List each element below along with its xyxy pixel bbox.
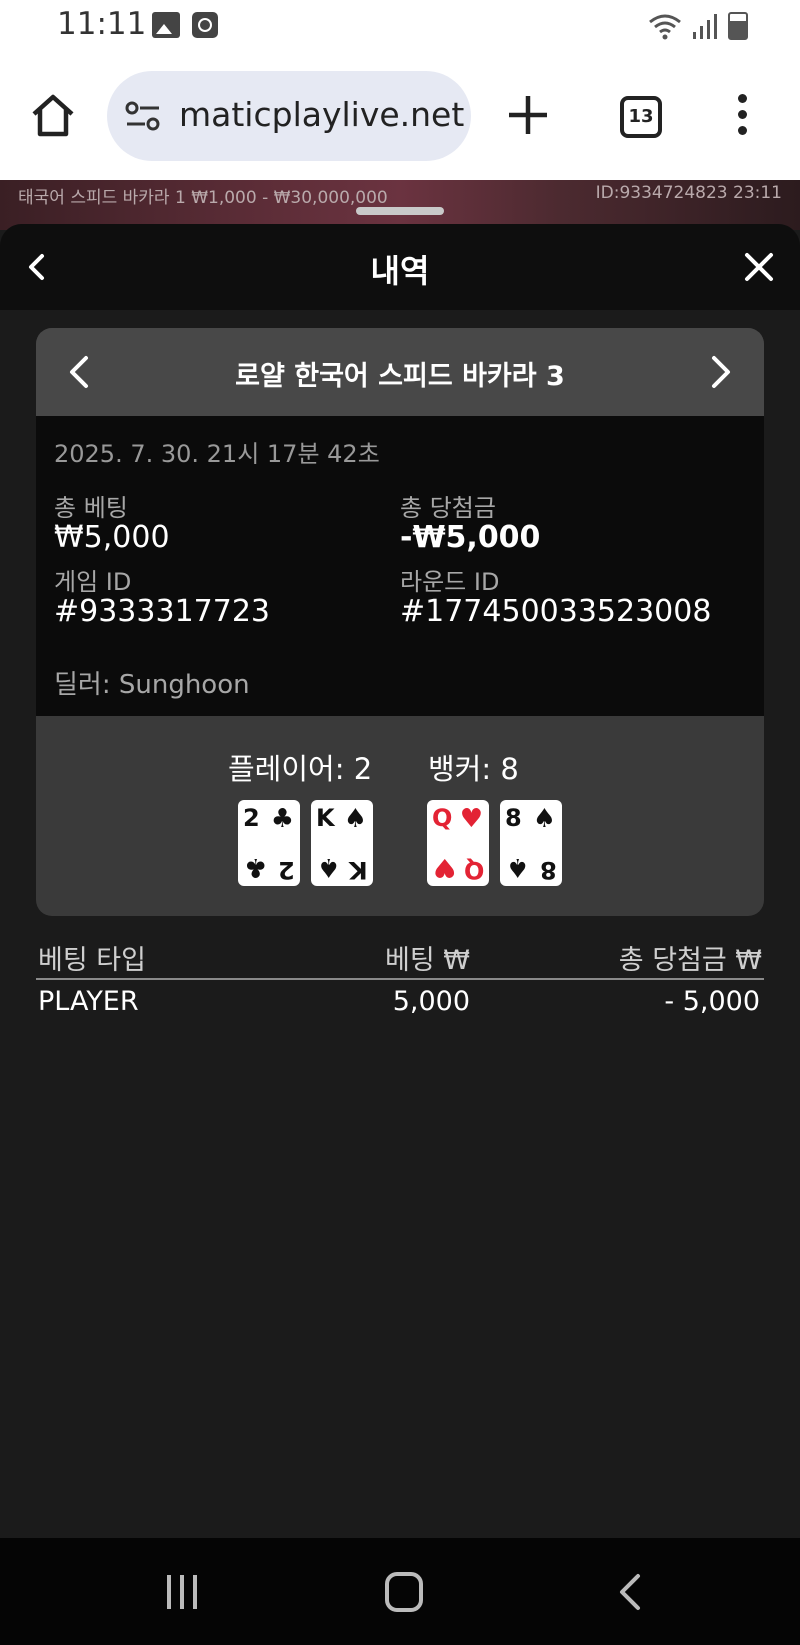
card-rank: 2	[243, 804, 260, 832]
spade-suit-icon: ♠	[317, 852, 341, 882]
total-bet-label: 총 베팅	[54, 494, 128, 522]
player-card-1: 2 ♣ 2 ♣	[238, 800, 300, 886]
bet-type-cell: PLAYER	[38, 986, 139, 1017]
round-info: 2025. 7. 30. 21시 17분 42초 총 베팅 ₩5,000 총 당…	[36, 416, 764, 716]
recent-apps-icon[interactable]	[164, 1575, 200, 1609]
status-time: 11:11	[57, 6, 147, 42]
new-tab-icon[interactable]	[505, 92, 551, 138]
spade-suit-icon: ♠	[506, 852, 530, 882]
round-id-label: 라운드 ID	[400, 568, 500, 596]
table-row: PLAYER 5,000 - 5,000	[36, 980, 764, 1028]
back-nav-icon[interactable]	[616, 1572, 642, 1612]
player-card-2: K ♠ K ♠	[311, 800, 373, 886]
url-text: maticplaylive.net	[179, 95, 465, 134]
card-rank: 2	[278, 856, 295, 884]
status-notification-icons	[152, 12, 218, 38]
image-notification-icon	[152, 12, 180, 38]
next-round-icon[interactable]	[708, 354, 734, 390]
history-sheet: 내역 로얄 한국어 스피드 바카라 3 2025. 7. 30. 21시 17분…	[0, 224, 800, 1538]
spade-suit-icon: ♠	[343, 804, 367, 834]
spade-suit-icon: ♠	[532, 804, 556, 834]
bet-table: 베팅 타입 베팅 ₩ 총 당첨금 ₩ PLAYER 5,000 - 5,000	[36, 934, 764, 1028]
bet-table-header: 베팅 타입 베팅 ₩ 총 당첨금 ₩	[36, 934, 764, 980]
column-total-win: 총 당첨금 ₩	[618, 945, 762, 976]
signal-icon	[693, 14, 717, 39]
round-datetime: 2025. 7. 30. 21시 17분 42초	[54, 440, 380, 468]
more-menu-icon[interactable]	[735, 94, 749, 138]
card-rank: 8	[505, 804, 522, 832]
game-id-value: #9333317723	[54, 594, 271, 629]
status-system-icons	[648, 12, 748, 40]
banker-card-2: 8 ♠ 8 ♠	[500, 800, 562, 886]
card-rank: Q	[432, 804, 453, 832]
game-id-label: 게임 ID	[54, 568, 132, 596]
total-win-value: -₩5,000	[400, 520, 541, 555]
banker-score-label: 뱅커: 8	[428, 752, 519, 786]
url-bar[interactable]: maticplaylive.net	[107, 71, 471, 161]
sheet-header: 내역	[0, 224, 800, 310]
close-icon[interactable]	[744, 252, 774, 282]
sheet-title: 내역	[370, 252, 430, 290]
bet-amount-cell: 5,000	[392, 986, 470, 1017]
round-detail-card: 로얄 한국어 스피드 바카라 3 2025. 7. 30. 21시 17분 42…	[36, 328, 764, 916]
alarm-notification-icon	[192, 12, 218, 38]
browser-toolbar: maticplaylive.net 13	[0, 54, 800, 180]
player-score-label: 플레이어: 2	[228, 752, 373, 786]
tab-switcher-button[interactable]: 13	[620, 96, 662, 138]
card-rank: 8	[540, 856, 557, 884]
round-card-header: 로얄 한국어 스피드 바카라 3	[36, 328, 764, 416]
background-table-info: 태국어 스피드 바카라 1 ₩1,000 - ₩30,000,000	[18, 188, 388, 208]
card-rank: K	[316, 804, 335, 832]
total-win-cell: - 5,000	[664, 986, 760, 1017]
sheet-drag-handle[interactable]	[356, 207, 444, 215]
table-name: 로얄 한국어 스피드 바카라 3	[235, 361, 565, 392]
column-bet-type: 베팅 타입	[38, 945, 146, 976]
club-suit-icon: ♣	[270, 804, 294, 834]
background-game-strip: 태국어 스피드 바카라 1 ₩1,000 - ₩30,000,000 ID:93…	[0, 180, 800, 230]
page: 11:11 maticplaylive.net 13 태국어 스피드 바카라 1…	[0, 0, 800, 1645]
background-id-time: ID:9334724823 23:11	[595, 183, 782, 203]
system-navigation-bar	[0, 1538, 800, 1645]
home-icon[interactable]	[28, 90, 78, 140]
heart-suit-icon: ♥	[433, 852, 457, 882]
banker-card-1: Q ♥ Q ♥	[427, 800, 489, 886]
card-rank: K	[349, 856, 368, 884]
home-nav-icon[interactable]	[385, 1572, 423, 1612]
dealer-name: 딜러: Sunghoon	[54, 670, 250, 700]
heart-suit-icon: ♥	[459, 804, 483, 834]
round-id-value: #177450033523008	[400, 594, 712, 629]
column-bet-amount: 베팅 ₩	[385, 945, 470, 976]
battery-icon	[728, 12, 748, 40]
card-rank: Q	[463, 856, 484, 884]
site-settings-icon[interactable]	[125, 99, 161, 133]
cards-area: 플레이어: 2 뱅커: 8 2 ♣ 2 ♣ K ♠ K ♠ Q ♥ Q ♥ 8 …	[36, 716, 764, 916]
total-win-label: 총 당첨금	[400, 494, 496, 522]
total-bet-value: ₩5,000	[54, 520, 170, 555]
status-bar: 11:11	[0, 0, 800, 54]
club-suit-icon: ♣	[244, 852, 268, 882]
wifi-icon	[649, 14, 681, 40]
